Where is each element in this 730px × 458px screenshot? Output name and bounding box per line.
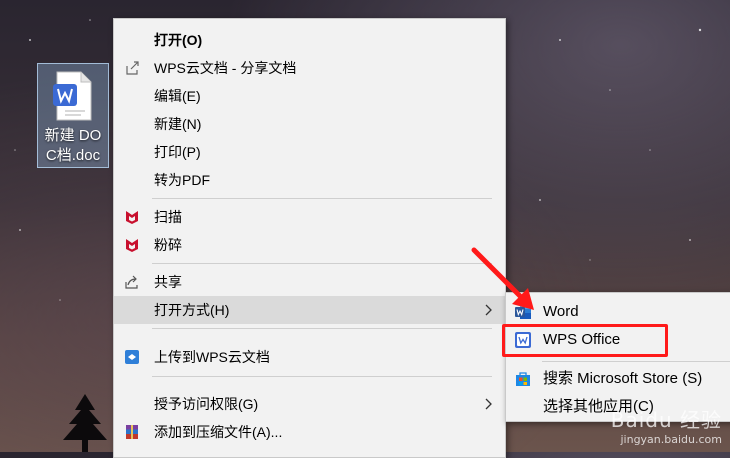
menu-item-label: WPS云文档 - 分享文档 xyxy=(154,60,297,76)
menu-item-label: 粉碎 xyxy=(154,237,182,253)
menu-item-label: 打印(P) xyxy=(154,144,201,160)
menu-item-label: 打开(O) xyxy=(154,32,203,48)
tree-silhouette xyxy=(63,394,107,452)
menu-item-convert-pdf[interactable]: 转为PDF xyxy=(114,166,505,194)
menu-item-label: 授予访问权限(G) xyxy=(154,396,259,412)
submenu-item-label: Word xyxy=(543,303,579,320)
menu-item-wps-cloud-share[interactable]: WPS云文档 - 分享文档 xyxy=(114,54,505,82)
red-arrow-annotation xyxy=(471,247,534,310)
submenu-separator xyxy=(542,361,730,362)
desktop-file-label: 新建 DOC档.doc xyxy=(44,127,102,164)
wps-cloud-icon xyxy=(125,350,139,364)
share-icon xyxy=(125,275,138,289)
menu-item-label: 转为PDF xyxy=(154,172,210,188)
menu-item-label: 新建(N) xyxy=(154,116,202,132)
highlight-box xyxy=(502,324,668,357)
menu-item-label: 共享 xyxy=(154,274,182,290)
menu-item-open-with[interactable]: 打开方式(H) xyxy=(114,296,505,324)
menu-item-add-archive[interactable]: 添加到压缩文件(A)... xyxy=(114,418,505,446)
mcafee-icon xyxy=(126,239,138,252)
context-menu: 打开(O) WPS云文档 - 分享文档 编辑(E) 新建(N) 打印(P) 转为… xyxy=(113,18,506,458)
menu-item-share[interactable]: 共享 xyxy=(114,268,505,296)
menu-item-label: 编辑(E) xyxy=(154,88,201,104)
watermark-brand: Baidu 经验 xyxy=(610,408,722,432)
menu-item-grant-access[interactable]: 授予访问权限(G) xyxy=(114,390,505,418)
winrar-icon xyxy=(126,425,138,439)
microsoft-store-icon xyxy=(516,372,530,386)
share-out-icon xyxy=(126,61,139,75)
menu-item-new[interactable]: 新建(N) xyxy=(114,110,505,138)
menu-item-edit[interactable]: 编辑(E) xyxy=(114,82,505,110)
menu-separator xyxy=(152,376,492,377)
menu-item-shred[interactable]: 粉碎 xyxy=(114,231,505,259)
menu-item-scan[interactable]: 扫描 xyxy=(114,203,505,231)
menu-separator xyxy=(152,198,492,199)
menu-separator xyxy=(152,328,492,329)
menu-item-upload-wps-cloud[interactable]: 上传到WPS云文档 xyxy=(114,343,505,371)
menu-item-label: 扫描 xyxy=(154,209,182,225)
chevron-right-icon xyxy=(485,398,492,410)
menu-item-label: 打开方式(H) xyxy=(154,302,230,318)
wps-word-doc-icon xyxy=(51,70,95,122)
menu-separator xyxy=(152,263,492,264)
baidu-watermark: Baidu 经验 jingyan.baidu.com xyxy=(611,404,722,446)
menu-item-label: 添加到压缩文件(A)... xyxy=(154,424,283,440)
watermark-url: jingyan.baidu.com xyxy=(620,433,722,446)
menu-item-open[interactable]: 打开(O) xyxy=(114,26,505,54)
menu-item-print[interactable]: 打印(P) xyxy=(114,138,505,166)
desktop-file-icon[interactable]: 新建 DOC档.doc xyxy=(37,63,109,168)
menu-item-label: 上传到WPS云文档 xyxy=(154,349,270,365)
mcafee-icon xyxy=(126,211,138,224)
submenu-item-search-store[interactable]: 搜索 Microsoft Store (S) xyxy=(506,365,730,393)
submenu-item-label: 搜索 Microsoft Store (S) xyxy=(543,370,703,387)
